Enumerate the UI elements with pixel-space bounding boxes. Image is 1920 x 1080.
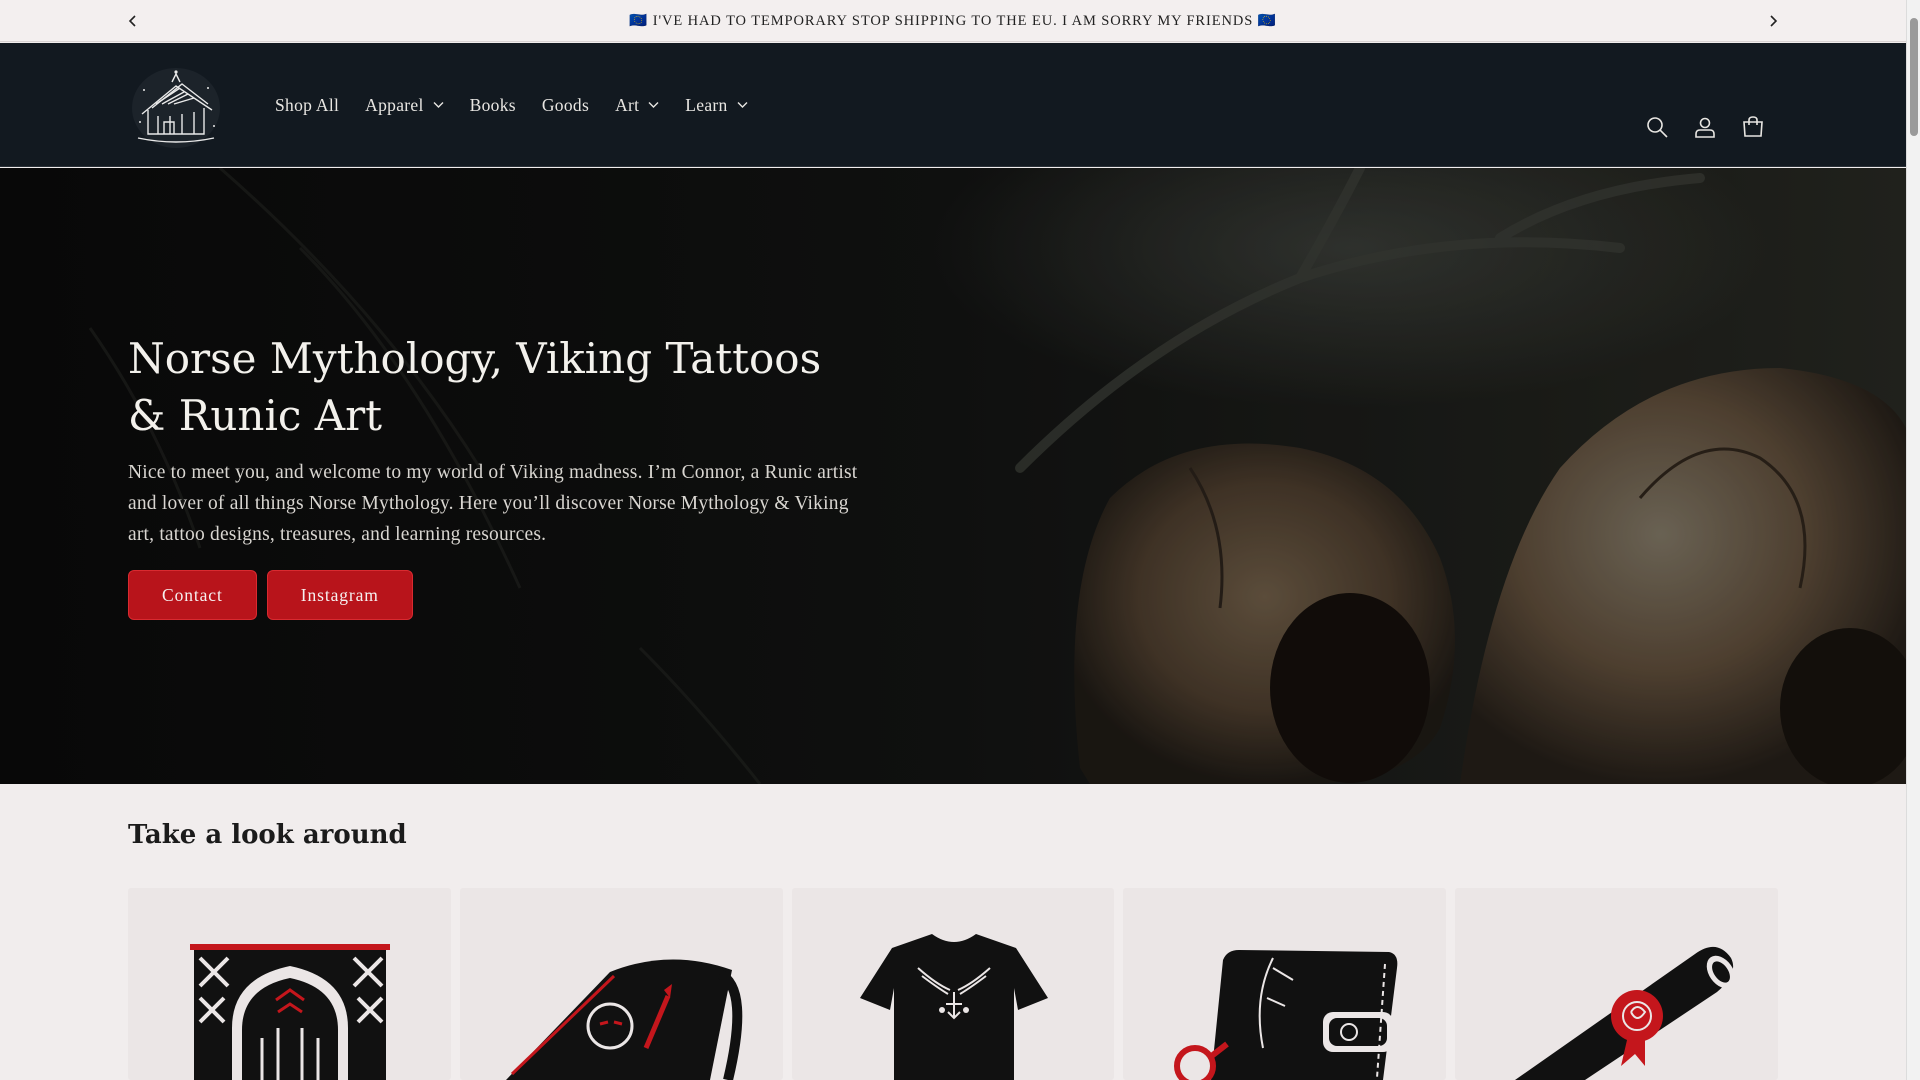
hero-banner: Norse Mythology, Viking Tattoos & Runic … <box>0 168 1906 784</box>
collection-card-banner[interactable] <box>128 888 451 1080</box>
book-icon <box>505 959 743 1080</box>
nav-item-art[interactable]: Art <box>602 89 672 122</box>
collection-card-art[interactable] <box>1455 888 1778 1080</box>
collection-card-books[interactable] <box>459 888 783 1080</box>
contact-button[interactable]: Contact <box>128 570 257 620</box>
nav-label: Books <box>469 94 516 115</box>
chevron-left-icon[interactable] <box>120 8 146 34</box>
nav-label: Goods <box>541 94 590 115</box>
nav-label: Apparel <box>365 94 424 115</box>
nav-item-shop-all[interactable]: Shop All <box>262 89 352 122</box>
nav-item-apparel[interactable]: Apparel <box>352 89 456 122</box>
nav-label: Art <box>615 94 640 115</box>
header-icons <box>1644 114 1766 140</box>
nav-item-learn[interactable]: Learn <box>672 89 760 122</box>
wallet-icon <box>1174 950 1398 1080</box>
nav-label: Shop All <box>275 94 340 115</box>
nav-item-goods[interactable]: Goods <box>529 89 602 122</box>
chevron-down-icon <box>648 102 659 108</box>
hero-buttons: Contact Instagram <box>128 570 413 620</box>
search-icon[interactable] <box>1644 114 1670 140</box>
tshirt-icon <box>859 934 1048 1080</box>
nav-label: Learn <box>685 94 728 115</box>
announcement-bar: 🇪🇺 I'VE HAD TO TEMPORARY STOP SHIPPING T… <box>0 0 1906 42</box>
section-title: Take a look around <box>128 820 407 850</box>
runic-banner-icon <box>190 944 390 1080</box>
page-scrollbar[interactable] <box>1906 0 1920 1080</box>
main-nav: Shop All Apparel Books Goods Art Learn <box>262 87 761 123</box>
chevron-right-icon[interactable] <box>1760 8 1786 34</box>
site-header: Shop All Apparel Books Goods Art Learn <box>0 43 1906 167</box>
scroll-icon <box>1515 946 1736 1080</box>
viking-longhouse-logo[interactable] <box>128 60 224 152</box>
cart-icon[interactable] <box>1740 114 1766 140</box>
collection-card-goods[interactable] <box>1123 888 1447 1080</box>
chevron-down-icon <box>433 102 444 108</box>
chevron-down-icon <box>737 102 748 108</box>
scrollbar-thumb[interactable] <box>1910 18 1918 136</box>
announcement-text[interactable]: 🇪🇺 I'VE HAD TO TEMPORARY STOP SHIPPING T… <box>629 12 1276 30</box>
hero-title: Norse Mythology, Viking Tattoos & Runic … <box>128 334 822 440</box>
hero-description: Nice to meet you, and welcome to my worl… <box>128 462 858 545</box>
account-icon[interactable] <box>1692 114 1718 140</box>
nav-item-books[interactable]: Books <box>457 89 529 122</box>
instagram-button[interactable]: Instagram <box>266 570 413 620</box>
collection-card-apparel[interactable] <box>791 888 1115 1080</box>
collection-grid <box>128 888 1778 1080</box>
